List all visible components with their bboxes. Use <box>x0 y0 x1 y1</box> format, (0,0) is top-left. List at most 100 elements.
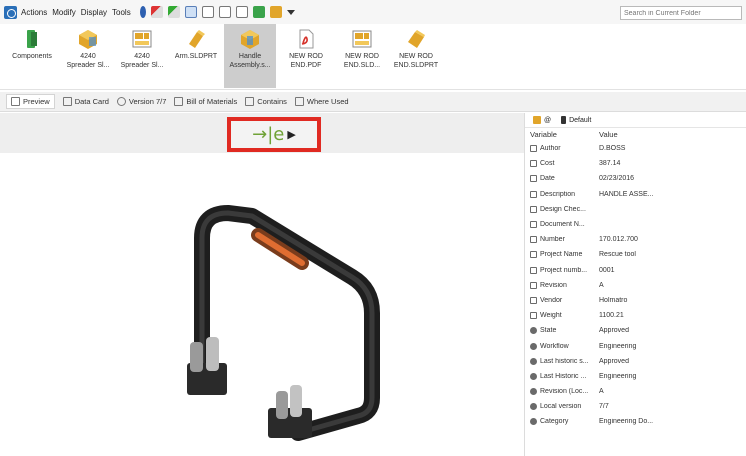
tab-default[interactable]: Default <box>561 116 591 124</box>
tab-contains[interactable]: Contains <box>245 97 287 106</box>
checkin-icon[interactable] <box>167 6 180 18</box>
menu-bar: Actions Modify Display Tools <box>0 0 746 24</box>
property-variable-label: Cost <box>540 160 555 168</box>
file-new-rod-end-pdf[interactable]: NEW ROD END.PDF <box>280 24 332 88</box>
property-variable-label: Last Historic ... <box>540 372 587 380</box>
document-icon[interactable] <box>235 6 248 18</box>
tab-data-card[interactable]: Data Card <box>62 97 109 106</box>
file-label: Spreader Sl... <box>66 62 110 69</box>
property-row[interactable]: Description HANDLE ASSE... <box>525 187 746 202</box>
tab-where-used[interactable]: Where Used <box>294 97 349 106</box>
file-label: Handle <box>238 53 262 60</box>
property-variable: Author <box>525 145 599 153</box>
property-icon <box>530 312 537 320</box>
tab-bill-of-materials[interactable]: Bill of Materials <box>174 97 237 106</box>
file-label: Assembly.s... <box>229 62 271 69</box>
property-row[interactable]: Weight 1100.21 <box>525 308 746 323</box>
property-row[interactable]: Author D.BOSS <box>525 141 746 156</box>
property-row[interactable]: State Approved <box>525 323 746 338</box>
property-variable: Design Chec... <box>525 205 599 213</box>
version-icon <box>116 97 126 106</box>
property-variable: Description <box>525 190 599 198</box>
property-row[interactable]: Workflow Engineering <box>525 338 746 353</box>
property-value: Rescue tool <box>599 251 636 259</box>
properties-tabs: @ Default <box>525 113 746 128</box>
file-icon[interactable] <box>218 6 231 18</box>
property-row[interactable]: Revision A <box>525 278 746 293</box>
properties-header: Variable Value <box>525 128 746 141</box>
menu-tools[interactable]: Tools <box>112 8 131 17</box>
property-variable-label: Category <box>540 418 569 426</box>
part-icon <box>405 28 427 50</box>
bom-icon <box>174 97 184 106</box>
multi-file-icon[interactable] <box>269 6 282 18</box>
copy-icon[interactable] <box>184 6 197 18</box>
file-4240-spreader-drawing[interactable]: 4240 Spreader Sl... <box>116 24 168 88</box>
property-row[interactable]: Local version 7/7 <box>525 399 746 414</box>
column-value: Value <box>599 130 618 139</box>
property-row[interactable]: Project Name Rescue tool <box>525 247 746 262</box>
file-new-rod-end-drawing[interactable]: NEW ROD END.SLD... <box>336 24 388 88</box>
property-row[interactable]: Last Historic ... Engineering <box>525 369 746 384</box>
property-row[interactable]: Cost 387.14 <box>525 156 746 171</box>
file-arm-sldprt[interactable]: Arm.SLDPRT <box>170 24 222 88</box>
file-components[interactable]: Components <box>6 24 58 88</box>
property-value: A <box>599 281 604 289</box>
property-row[interactable]: Revision (Loc... A <box>525 384 746 399</box>
column-variable: Variable <box>530 130 557 139</box>
property-icon <box>530 221 537 229</box>
file-4240-spreader-part[interactable]: 4240 Spreader Sl... <box>62 24 114 88</box>
tab-label: Where Used <box>306 97 349 106</box>
search-input[interactable] <box>620 6 742 20</box>
checkout-icon[interactable] <box>150 6 163 18</box>
property-variable-label: Document N... <box>540 221 585 229</box>
property-row[interactable]: Date 02/23/2016 <box>525 171 746 186</box>
menu-display[interactable]: Display <box>81 8 107 17</box>
tab-preview[interactable]: Preview <box>6 94 55 109</box>
file-label: END.PDF <box>290 62 322 69</box>
tab-version[interactable]: Version 7/7 <box>116 97 166 106</box>
property-variable-label: Design Chec... <box>540 205 586 213</box>
property-variable-label: Project Name <box>540 251 583 259</box>
property-variable-label: Author <box>540 145 561 153</box>
property-variable-label: Description <box>540 190 576 198</box>
property-icon <box>530 251 537 259</box>
workflow-state-icon <box>530 372 537 380</box>
pin-icon[interactable] <box>139 6 146 18</box>
property-value: Engineering <box>599 372 637 380</box>
file-label: END.SLDPRT <box>393 62 439 69</box>
property-icon <box>530 205 537 213</box>
property-row[interactable]: Design Chec... <box>525 202 746 217</box>
property-row[interactable]: Project numb... 0001 <box>525 263 746 278</box>
menu-modify[interactable]: Modify <box>52 8 76 17</box>
property-variable-label: Number <box>540 236 565 244</box>
file-new-rod-end-sldprt[interactable]: NEW ROD END.SLDPRT <box>390 24 442 88</box>
tab-label: Contains <box>257 97 287 106</box>
tab-at[interactable]: @ <box>533 116 551 124</box>
file-handle-assembly[interactable]: Handle Assembly.s... <box>224 24 276 88</box>
green-file-icon[interactable] <box>252 6 265 18</box>
file-ribbon: Components 4240 Spreader Sl... 4240 Spre… <box>0 24 746 90</box>
property-variable: Date <box>525 175 599 183</box>
property-value: 0001 <box>599 266 615 274</box>
workflow-state-icon <box>530 357 537 365</box>
part-icon <box>77 28 99 50</box>
dropdown-arrow-icon[interactable] <box>286 9 295 15</box>
property-variable-label: Revision (Loc... <box>540 388 589 396</box>
document-icon[interactable] <box>201 6 214 18</box>
property-value: 387.14 <box>599 160 621 168</box>
menu-actions[interactable]: Actions <box>21 8 47 17</box>
property-value: D.BOSS <box>599 145 626 153</box>
preview-icon <box>11 97 20 106</box>
property-row[interactable]: Last historic s... Approved <box>525 354 746 369</box>
property-row[interactable]: Category Engineering Do... <box>525 414 746 429</box>
property-value: 1100.21 <box>599 312 624 320</box>
property-value: Holmatro <box>599 296 628 304</box>
assembly-icon <box>239 28 261 50</box>
property-row[interactable]: Number 170.012.700 <box>525 232 746 247</box>
property-row[interactable]: Document N... <box>525 217 746 232</box>
property-icon <box>530 175 537 183</box>
property-variable: Project numb... <box>525 266 599 274</box>
property-row[interactable]: Vendor Holmatro <box>525 293 746 308</box>
preview-pane: →|e ▶ <box>0 113 524 456</box>
